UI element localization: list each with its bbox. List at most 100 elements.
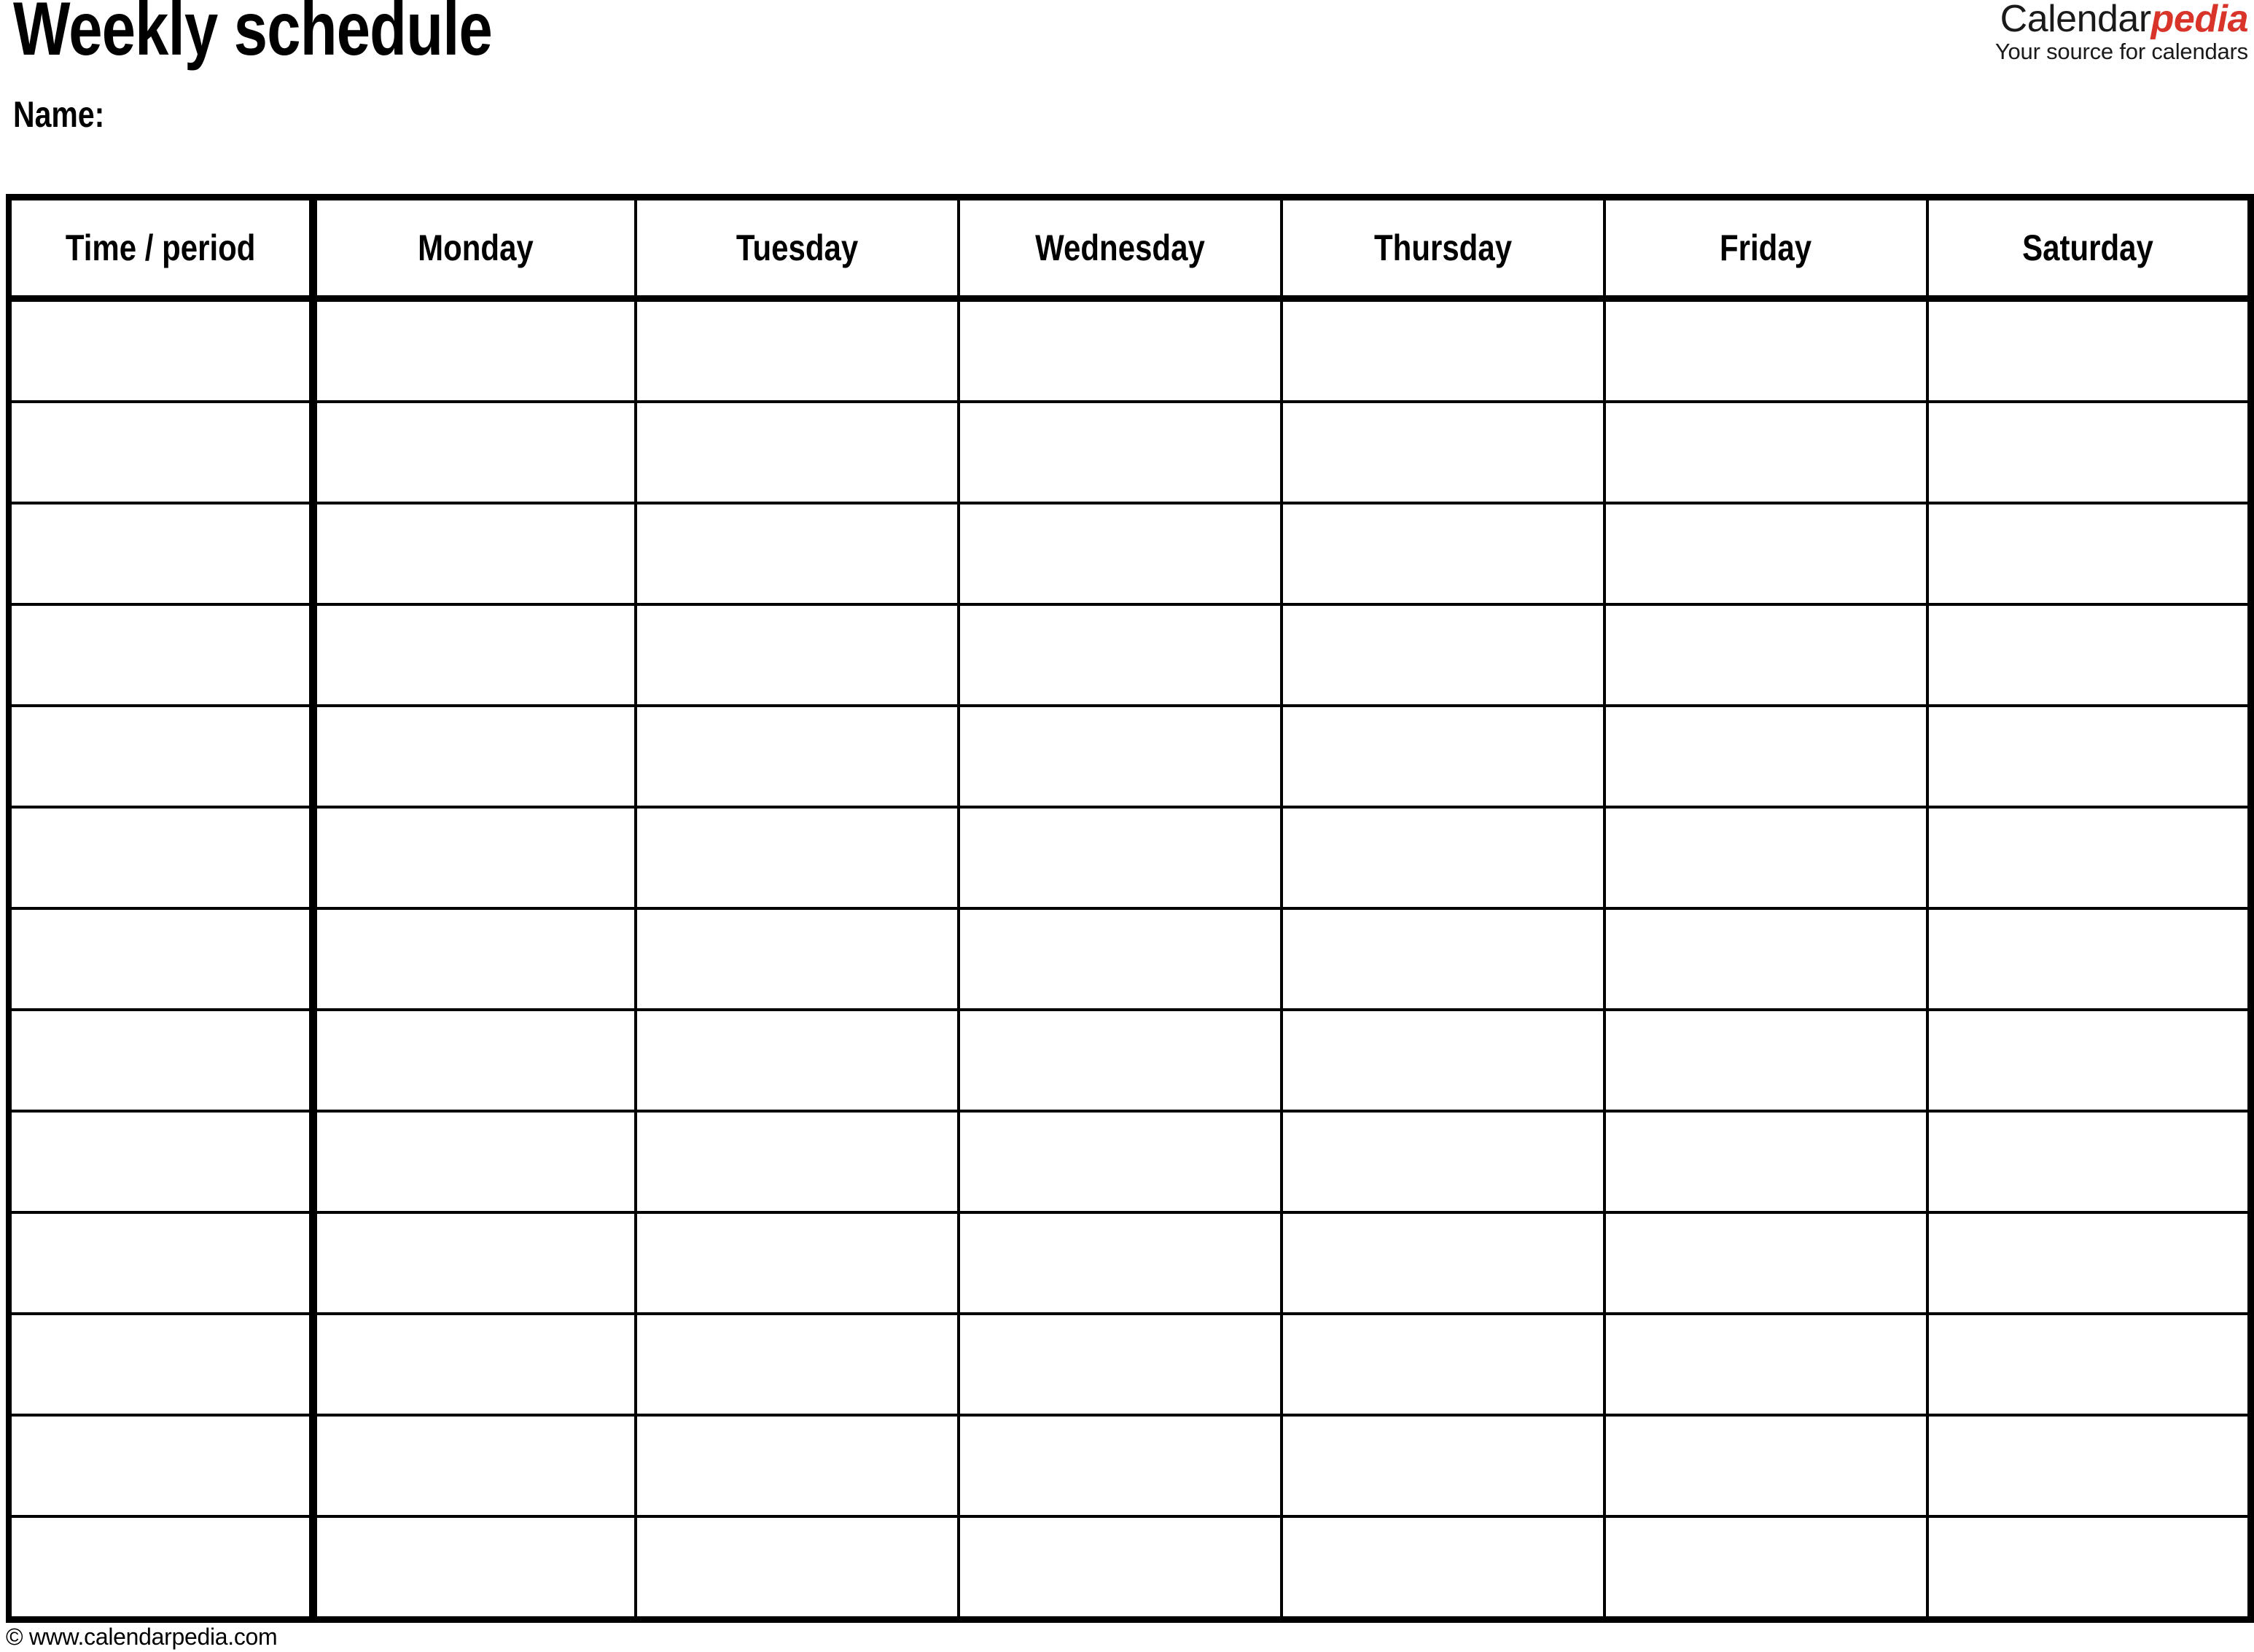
schedule-cell-monday[interactable] [311,1211,637,1315]
schedule-cell-tuesday[interactable] [634,1211,960,1315]
schedule-cell-saturday[interactable] [1926,297,2254,403]
column-header-time: Time / period [6,194,317,302]
schedule-cell-saturday[interactable] [1926,1312,2254,1417]
schedule-cell-monday[interactable] [311,907,637,1011]
schedule-cell-tuesday[interactable] [634,907,960,1011]
schedule-cell-friday[interactable] [1603,1515,1929,1623]
column-header-wednesday: Wednesday [957,194,1283,302]
schedule-cell-tuesday[interactable] [634,704,960,809]
schedule-cell-time[interactable] [6,806,317,910]
schedule-cell-time[interactable] [6,1110,317,1214]
schedule-cell-thursday[interactable] [1280,907,1606,1011]
schedule-cell-friday[interactable] [1603,1312,1929,1417]
schedule-cell-saturday[interactable] [1926,1515,2254,1623]
schedule-cell-saturday[interactable] [1926,704,2254,809]
schedule-cell-monday[interactable] [311,1414,637,1518]
schedule-cell-monday[interactable] [311,297,637,403]
schedule-cell-monday[interactable] [311,806,637,910]
schedule-cell-monday[interactable] [311,1312,637,1417]
schedule-cell-time[interactable] [6,907,317,1011]
schedule-cell-wednesday[interactable] [957,400,1283,504]
schedule-cell-friday[interactable] [1603,806,1929,910]
schedule-cell-friday[interactable] [1603,1110,1929,1214]
schedule-cell-time[interactable] [6,1414,317,1518]
schedule-cell-tuesday[interactable] [634,297,960,403]
schedule-cell-time[interactable] [6,1008,317,1113]
schedule-cell-tuesday[interactable] [634,400,960,504]
schedule-cell-tuesday[interactable] [634,1515,960,1623]
schedule-cell-time[interactable] [6,1515,317,1623]
schedule-cell-monday[interactable] [311,603,637,707]
table-row [6,1312,2254,1417]
schedule-cell-friday[interactable] [1603,1211,1929,1315]
schedule-cell-monday[interactable] [311,1008,637,1113]
schedule-cell-tuesday[interactable] [634,603,960,707]
schedule-cell-thursday[interactable] [1280,806,1606,910]
schedule-cell-monday[interactable] [311,502,637,606]
schedule-cell-friday[interactable] [1603,502,1929,606]
schedule-cell-thursday[interactable] [1280,400,1606,504]
schedule-cell-thursday[interactable] [1280,1312,1606,1417]
schedule-cell-monday[interactable] [311,1110,637,1214]
schedule-cell-wednesday[interactable] [957,907,1283,1011]
schedule-cell-wednesday[interactable] [957,1110,1283,1214]
schedule-cell-saturday[interactable] [1926,907,2254,1011]
schedule-cell-tuesday[interactable] [634,1008,960,1113]
calendarpedia-logo: Calendarpedia Your source for calendars [1995,0,2249,63]
column-header-tuesday: Tuesday [634,194,960,302]
schedule-cell-wednesday[interactable] [957,1008,1283,1113]
schedule-cell-tuesday[interactable] [634,806,960,910]
schedule-cell-wednesday[interactable] [957,704,1283,809]
schedule-cell-monday[interactable] [311,1515,637,1623]
schedule-cell-thursday[interactable] [1280,603,1606,707]
page-title: Weekly schedule [13,0,493,71]
schedule-cell-saturday[interactable] [1926,1211,2254,1315]
schedule-cell-friday[interactable] [1603,704,1929,809]
schedule-cell-wednesday[interactable] [957,1515,1283,1623]
schedule-cell-thursday[interactable] [1280,1414,1606,1518]
schedule-cell-wednesday[interactable] [957,502,1283,606]
schedule-cell-thursday[interactable] [1280,1110,1606,1214]
schedule-cell-tuesday[interactable] [634,1312,960,1417]
schedule-cell-wednesday[interactable] [957,806,1283,910]
schedule-cell-saturday[interactable] [1926,502,2254,606]
schedule-cell-saturday[interactable] [1926,603,2254,707]
schedule-cell-thursday[interactable] [1280,1515,1606,1623]
schedule-cell-thursday[interactable] [1280,1008,1606,1113]
schedule-cell-wednesday[interactable] [957,603,1283,707]
schedule-cell-friday[interactable] [1603,400,1929,504]
schedule-cell-saturday[interactable] [1926,1110,2254,1214]
schedule-cell-thursday[interactable] [1280,1211,1606,1315]
schedule-cell-monday[interactable] [311,400,637,504]
schedule-cell-friday[interactable] [1603,1414,1929,1518]
schedule-cell-friday[interactable] [1603,907,1929,1011]
page-header: Weekly schedule Name: Calendarpedia Your… [0,0,2254,194]
schedule-cell-thursday[interactable] [1280,297,1606,403]
schedule-cell-time[interactable] [6,297,317,403]
schedule-cell-saturday[interactable] [1926,1008,2254,1113]
schedule-cell-tuesday[interactable] [634,502,960,606]
column-header-saturday: Saturday [1926,194,2254,302]
schedule-cell-time[interactable] [6,502,317,606]
schedule-cell-saturday[interactable] [1926,806,2254,910]
schedule-cell-friday[interactable] [1603,297,1929,403]
schedule-cell-saturday[interactable] [1926,1414,2254,1518]
schedule-cell-friday[interactable] [1603,1008,1929,1113]
schedule-cell-monday[interactable] [311,704,637,809]
schedule-cell-time[interactable] [6,400,317,504]
schedule-cell-wednesday[interactable] [957,1312,1283,1417]
schedule-cell-saturday[interactable] [1926,400,2254,504]
schedule-cell-wednesday[interactable] [957,1211,1283,1315]
schedule-cell-time[interactable] [6,603,317,707]
schedule-cell-time[interactable] [6,1211,317,1315]
column-header-time-label: Time / period [65,227,256,268]
schedule-cell-wednesday[interactable] [957,297,1283,403]
schedule-cell-time[interactable] [6,1312,317,1417]
schedule-cell-thursday[interactable] [1280,502,1606,606]
schedule-cell-tuesday[interactable] [634,1414,960,1518]
schedule-cell-wednesday[interactable] [957,1414,1283,1518]
schedule-cell-friday[interactable] [1603,603,1929,707]
schedule-cell-time[interactable] [6,704,317,809]
schedule-cell-thursday[interactable] [1280,704,1606,809]
schedule-cell-tuesday[interactable] [634,1110,960,1214]
